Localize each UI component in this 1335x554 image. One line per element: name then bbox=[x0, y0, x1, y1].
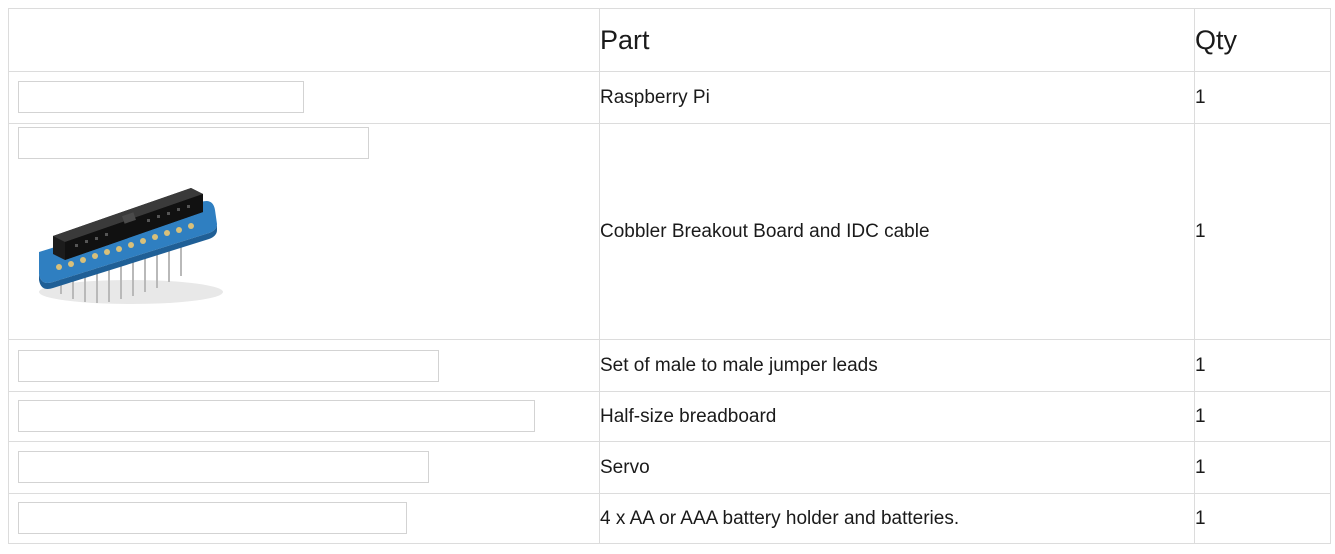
table-row: Cobbler Breakout Board and IDC cable 1 bbox=[8, 123, 1331, 340]
table-row: Half-size breadboard 1 bbox=[8, 391, 1331, 442]
part-name: Cobbler Breakout Board and IDC cable bbox=[599, 123, 1195, 340]
header-part: Part bbox=[599, 8, 1195, 72]
part-qty: 1 bbox=[1194, 441, 1331, 494]
table-header-row: Part Qty bbox=[8, 8, 1331, 72]
broken-image-placeholder bbox=[18, 350, 439, 382]
header-qty: Qty bbox=[1194, 8, 1331, 72]
cobbler-board-image bbox=[39, 188, 223, 304]
image-cell bbox=[8, 441, 600, 494]
broken-image-placeholder bbox=[18, 400, 535, 432]
table-row: 4 x AA or AAA battery holder and batteri… bbox=[8, 493, 1331, 544]
parts-table: Part Qty Raspberry Pi 1 Cobbler Breakout… bbox=[8, 8, 1331, 544]
broken-image-placeholder bbox=[18, 81, 304, 113]
image-cell bbox=[8, 71, 600, 124]
image-cell bbox=[8, 123, 600, 340]
part-qty: 1 bbox=[1194, 493, 1331, 544]
table-row: Raspberry Pi 1 bbox=[8, 71, 1331, 124]
part-name: Servo bbox=[599, 441, 1195, 494]
broken-image-placeholder bbox=[18, 451, 429, 483]
table-row: Servo 1 bbox=[8, 441, 1331, 494]
broken-image-placeholder bbox=[18, 502, 407, 534]
part-qty: 1 bbox=[1194, 339, 1331, 392]
part-name: Half-size breadboard bbox=[599, 391, 1195, 442]
part-name: 4 x AA or AAA battery holder and batteri… bbox=[599, 493, 1195, 544]
part-name: Raspberry Pi bbox=[599, 71, 1195, 124]
table-row: Set of male to male jumper leads 1 bbox=[8, 339, 1331, 392]
part-name: Set of male to male jumper leads bbox=[599, 339, 1195, 392]
image-cell bbox=[8, 391, 600, 442]
part-qty: 1 bbox=[1194, 71, 1331, 124]
part-qty: 1 bbox=[1194, 391, 1331, 442]
image-cell bbox=[8, 339, 600, 392]
image-cell bbox=[8, 493, 600, 544]
part-qty: 1 bbox=[1194, 123, 1331, 340]
broken-image-placeholder bbox=[18, 127, 369, 159]
header-image bbox=[8, 8, 600, 72]
